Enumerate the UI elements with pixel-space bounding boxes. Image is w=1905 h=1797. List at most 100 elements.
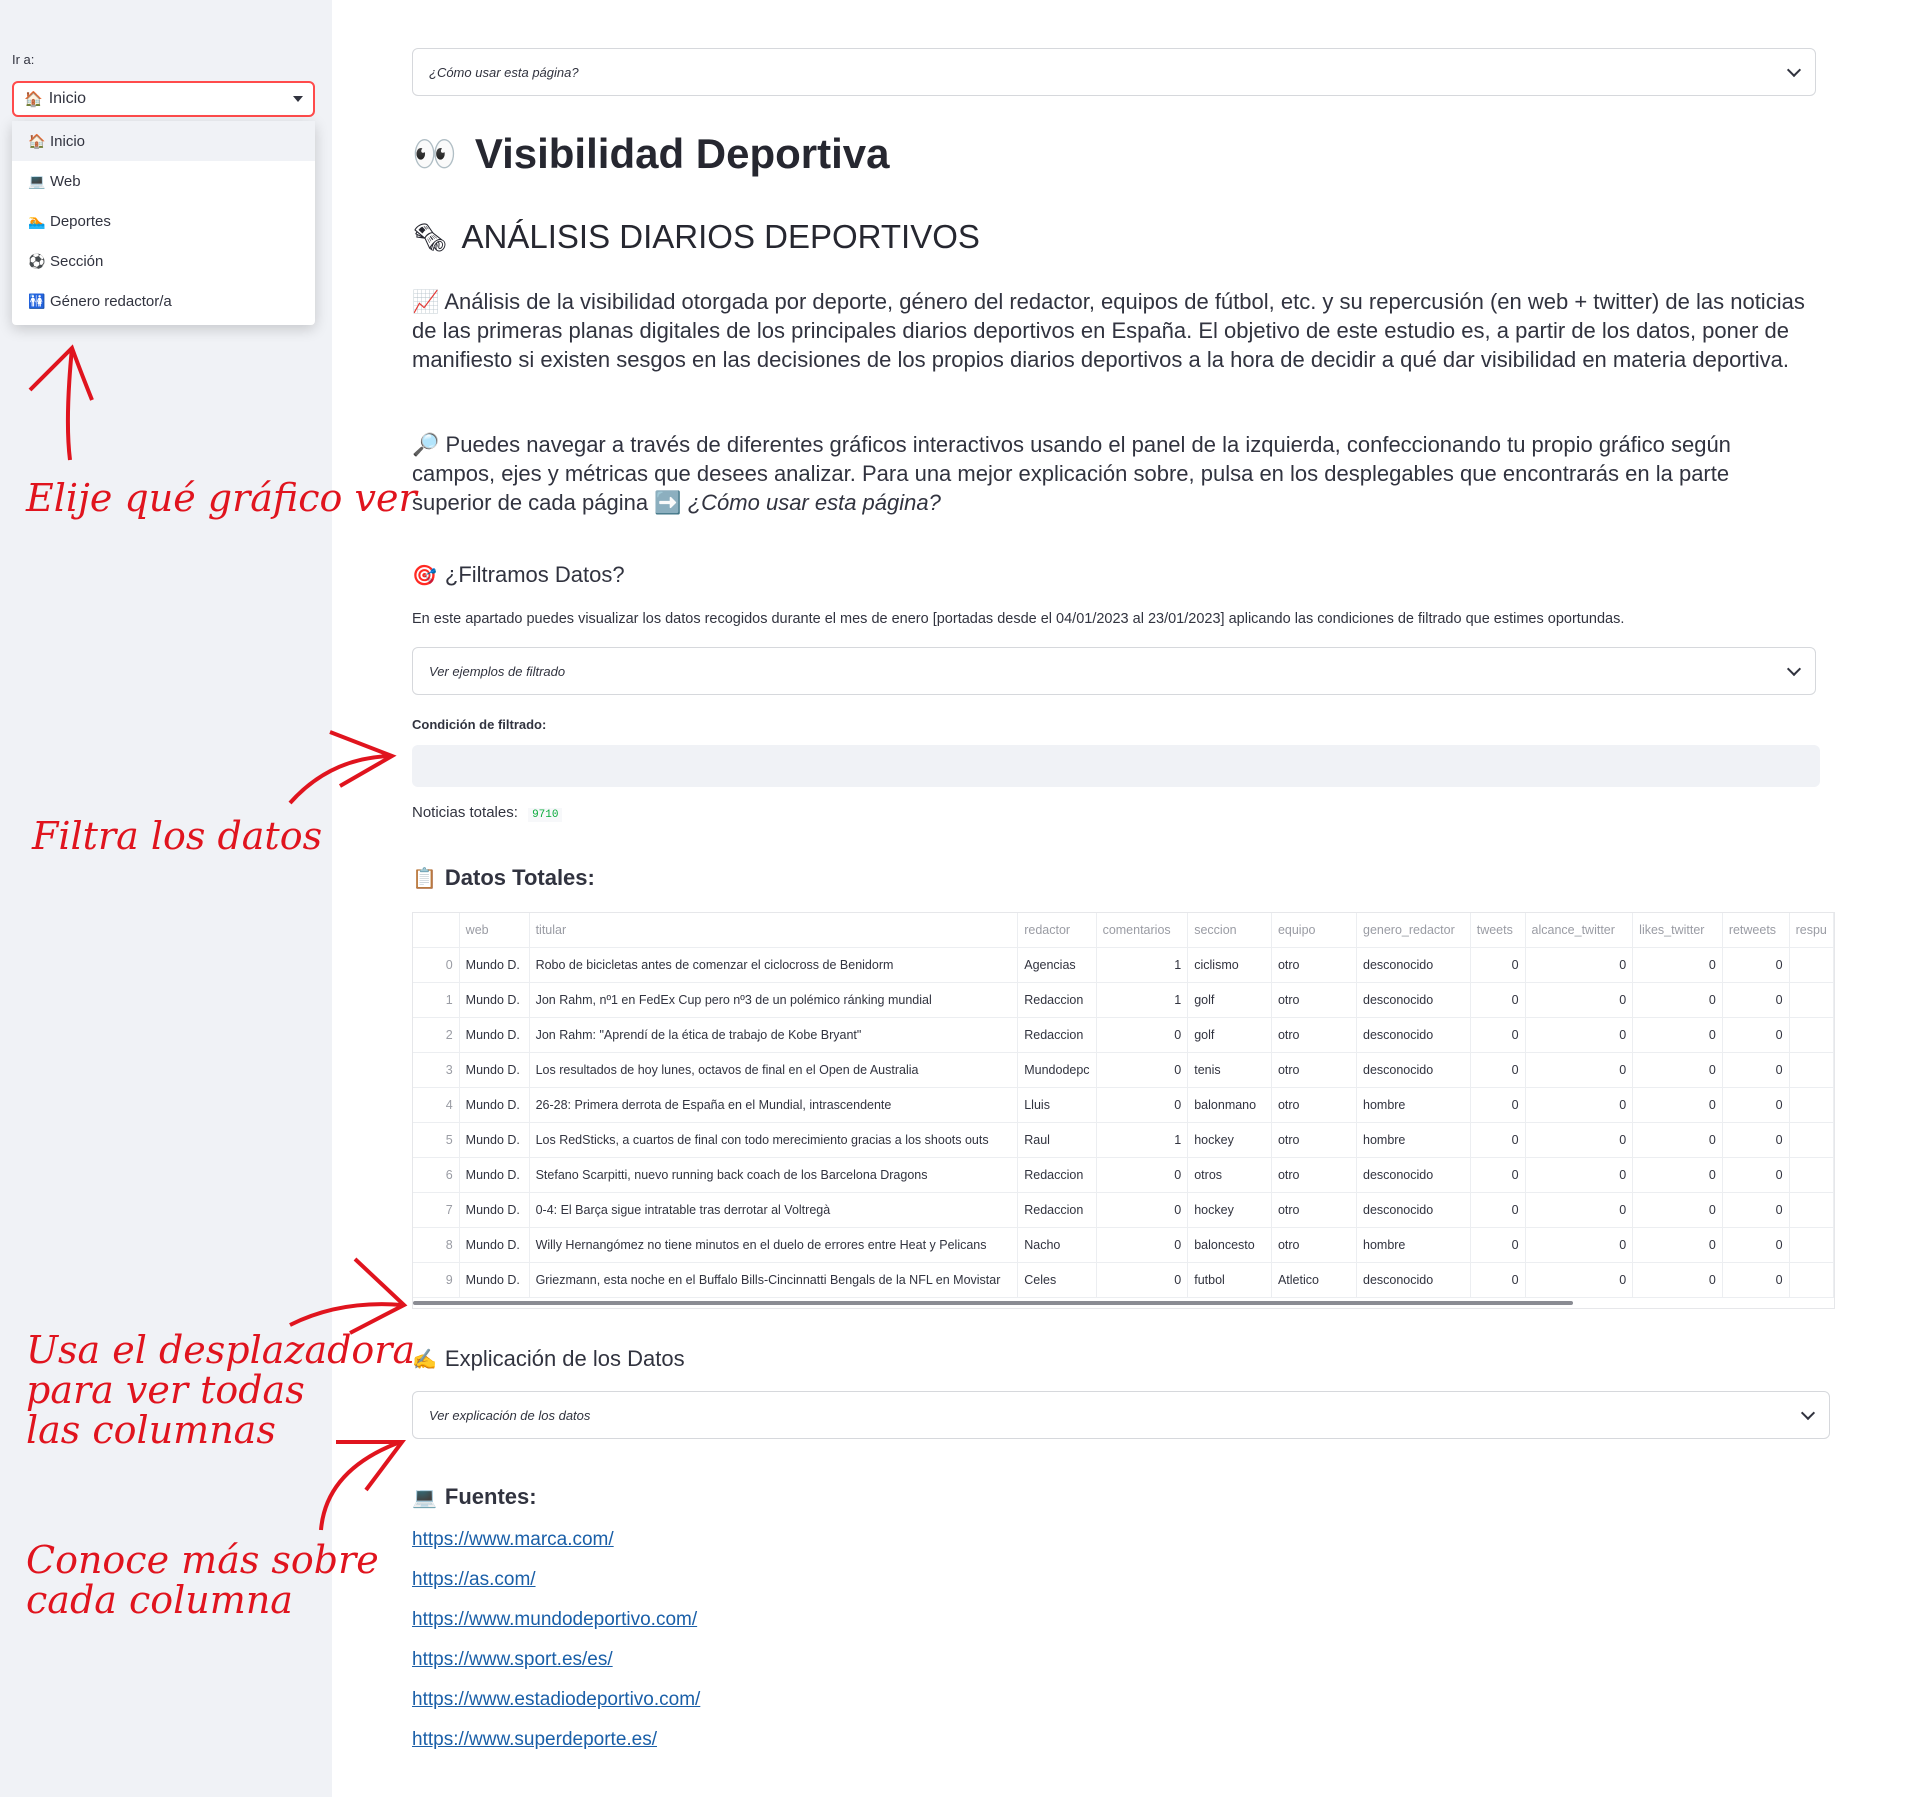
option-seccion[interactable]: ⚽ Sección — [12, 241, 315, 281]
cell-comentarios[interactable]: 1 — [1096, 1122, 1189, 1158]
cell-index[interactable]: 0 — [413, 947, 460, 983]
cell-retweets[interactable]: 0 — [1722, 1122, 1790, 1158]
cell-tweets[interactable]: 0 — [1470, 1052, 1526, 1088]
cell-retweets[interactable]: 0 — [1722, 1087, 1790, 1123]
cell-likes-twitter[interactable]: 0 — [1632, 1017, 1723, 1053]
cell-seccion[interactable]: tenis — [1187, 1052, 1272, 1088]
cell-equipo[interactable]: otro — [1271, 1122, 1358, 1158]
cell-index[interactable]: 8 — [413, 1227, 460, 1263]
cell-redactor[interactable]: Mundodepc — [1017, 1052, 1097, 1088]
cell-seccion[interactable]: otros — [1187, 1157, 1272, 1193]
cell-tweets[interactable]: 0 — [1470, 1122, 1526, 1158]
cell-alcance-twitter[interactable]: 0 — [1525, 1157, 1634, 1193]
explain-data-expander[interactable]: Ver explicación de los datos — [412, 1391, 1830, 1439]
cell-genero-redactor[interactable]: desconocido — [1356, 1157, 1471, 1193]
cell-tweets[interactable]: 0 — [1470, 1262, 1526, 1298]
cell-alcance-twitter[interactable]: 0 — [1525, 1262, 1634, 1298]
cell-index[interactable]: 1 — [413, 982, 460, 1018]
cell-alcance-twitter[interactable]: 0 — [1525, 1122, 1634, 1158]
cell-tweets[interactable]: 0 — [1470, 1017, 1526, 1053]
cell-genero-redactor[interactable]: desconocido — [1356, 1262, 1471, 1298]
cell-alcance-twitter[interactable]: 0 — [1525, 1087, 1634, 1123]
cell-respuestas[interactable] — [1789, 947, 1834, 983]
cell-redactor[interactable]: Lluis — [1017, 1087, 1097, 1123]
option-inicio[interactable]: 🏠 Inicio — [12, 121, 315, 161]
table-row[interactable]: 1 Mundo D. Jon Rahm, nº1 en FedEx Cup pero… — [413, 982, 1834, 1018]
cell-redactor[interactable]: Redaccion — [1017, 1157, 1097, 1193]
cell-likes-twitter[interactable]: 0 — [1632, 1227, 1723, 1263]
cell-likes-twitter[interactable]: 0 — [1632, 1192, 1723, 1228]
cell-alcance-twitter[interactable]: 0 — [1525, 1227, 1634, 1263]
table-row[interactable]: 5 Mundo D. Los RedSticks, a cuartos de fin… — [413, 1122, 1834, 1158]
cell-alcance-twitter[interactable]: 0 — [1525, 947, 1634, 983]
cell-retweets[interactable]: 0 — [1722, 1192, 1790, 1228]
cell-comentarios[interactable]: 0 — [1096, 1052, 1189, 1088]
cell-web[interactable]: Mundo D. — [459, 1017, 530, 1053]
option-web[interactable]: 💻 Web — [12, 161, 315, 201]
cell-comentarios[interactable]: 0 — [1096, 1087, 1189, 1123]
cell-genero-redactor[interactable]: desconocido — [1356, 1192, 1471, 1228]
cell-tweets[interactable]: 0 — [1470, 947, 1526, 983]
cell-genero-redactor[interactable]: desconocido — [1356, 982, 1471, 1018]
cell-respuestas[interactable] — [1789, 1122, 1834, 1158]
cell-genero-redactor[interactable]: desconocido — [1356, 1017, 1471, 1053]
cell-respuestas[interactable] — [1789, 1192, 1834, 1228]
cell-equipo[interactable]: otro — [1271, 1157, 1358, 1193]
cell-seccion[interactable]: golf — [1187, 982, 1272, 1018]
cell-equipo[interactable]: otro — [1271, 1052, 1358, 1088]
cell-retweets[interactable]: 0 — [1722, 982, 1790, 1018]
column-header-alcance-twitter[interactable]: alcance_twitter — [1525, 913, 1634, 948]
cell-genero-redactor[interactable]: desconocido — [1356, 947, 1471, 983]
cell-equipo[interactable]: otro — [1271, 1087, 1358, 1123]
cell-redactor[interactable]: Redaccion — [1017, 1192, 1097, 1228]
column-header-equipo[interactable]: equipo — [1271, 913, 1358, 948]
cell-titular[interactable]: Los resultados de hoy lunes, octavos de … — [529, 1052, 1019, 1088]
cell-seccion[interactable]: ciclismo — [1187, 947, 1272, 983]
cell-comentarios[interactable]: 1 — [1096, 947, 1189, 983]
cell-retweets[interactable]: 0 — [1722, 1052, 1790, 1088]
column-header-likes-twitter[interactable]: likes_twitter — [1632, 913, 1723, 948]
cell-titular[interactable]: Willy Hernangómez no tiene minutos en el… — [529, 1227, 1019, 1263]
page-select[interactable]: 🏠 Inicio — [12, 81, 315, 117]
cell-titular[interactable]: Los RedSticks, a cuartos de final con to… — [529, 1122, 1019, 1158]
cell-likes-twitter[interactable]: 0 — [1632, 947, 1723, 983]
source-link-estadiodeportivo[interactable]: https://www.estadiodeportivo.com/ — [412, 1689, 700, 1711]
option-genero-redactor[interactable]: 🚻 Género redactor/a — [12, 281, 315, 321]
cell-tweets[interactable]: 0 — [1470, 982, 1526, 1018]
cell-retweets[interactable]: 0 — [1722, 1227, 1790, 1263]
source-link-superdeporte[interactable]: https://www.superdeporte.es/ — [412, 1729, 657, 1751]
cell-titular[interactable]: Jon Rahm, nº1 en FedEx Cup pero nº3 de u… — [529, 982, 1019, 1018]
cell-tweets[interactable]: 0 — [1470, 1227, 1526, 1263]
cell-respuestas[interactable] — [1789, 1157, 1834, 1193]
column-header-respuestas[interactable]: respu — [1789, 913, 1834, 948]
cell-titular[interactable]: 26-28: Primera derrota de España en el M… — [529, 1087, 1019, 1123]
cell-titular[interactable]: Stefano Scarpitti, nuevo running back co… — [529, 1157, 1019, 1193]
source-link-marca[interactable]: https://www.marca.com/ — [412, 1529, 614, 1551]
column-header-web[interactable]: web — [459, 913, 530, 948]
cell-respuestas[interactable] — [1789, 1017, 1834, 1053]
how-to-use-expander[interactable]: ¿Cómo usar esta página? — [412, 48, 1816, 96]
table-row[interactable]: 8 Mundo D. Willy Hernangómez no tiene minu… — [413, 1227, 1834, 1263]
table-row[interactable]: 3 Mundo D. Los resultados de hoy lunes, oc… — [413, 1052, 1834, 1088]
cell-equipo[interactable]: Atletico — [1271, 1262, 1358, 1298]
filter-examples-expander[interactable]: Ver ejemplos de filtrado — [412, 647, 1816, 695]
table-row[interactable]: 7 Mundo D. 0-4: El Barça sigue intratable … — [413, 1192, 1834, 1228]
cell-web[interactable]: Mundo D. — [459, 1227, 530, 1263]
table-row[interactable]: 0 Mundo D. Robo de bicicletas antes de com… — [413, 947, 1834, 983]
column-header-redactor[interactable]: redactor — [1017, 913, 1097, 948]
cell-equipo[interactable]: otro — [1271, 947, 1358, 983]
column-header-titular[interactable]: titular — [529, 913, 1019, 948]
cell-index[interactable]: 7 — [413, 1192, 460, 1228]
cell-seccion[interactable]: hockey — [1187, 1192, 1272, 1228]
cell-web[interactable]: Mundo D. — [459, 982, 530, 1018]
source-link-mundodeportivo[interactable]: https://www.mundodeportivo.com/ — [412, 1609, 697, 1631]
table-row[interactable]: 6 Mundo D. Stefano Scarpitti, nuevo runnin… — [413, 1157, 1834, 1193]
cell-genero-redactor[interactable]: hombre — [1356, 1227, 1471, 1263]
table-row[interactable]: 9 Mundo D. Griezmann, esta noche en el Buf… — [413, 1262, 1834, 1298]
cell-redactor[interactable]: Redaccion — [1017, 1017, 1097, 1053]
cell-index[interactable]: 4 — [413, 1087, 460, 1123]
cell-web[interactable]: Mundo D. — [459, 1157, 530, 1193]
cell-genero-redactor[interactable]: hombre — [1356, 1087, 1471, 1123]
cell-web[interactable]: Mundo D. — [459, 1122, 530, 1158]
filter-condition-input[interactable] — [412, 745, 1820, 787]
